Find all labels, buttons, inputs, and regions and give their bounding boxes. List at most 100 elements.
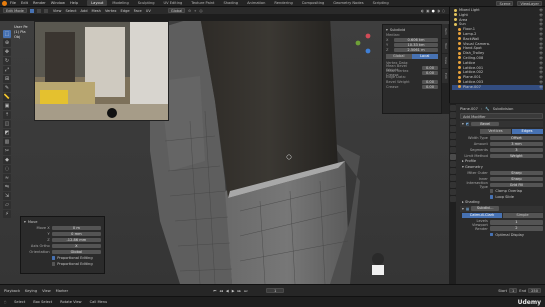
viewport-menu-edge[interactable]: Edge (121, 9, 130, 13)
playback-menu[interactable]: Playback (4, 289, 20, 293)
add-modifier-button[interactable]: Add Modifier (460, 113, 543, 119)
rip-icon[interactable]: ⚡ (3, 210, 11, 218)
play-reverse-icon[interactable]: ◀ (226, 289, 229, 293)
collapse-icon[interactable]: ▾ (462, 122, 464, 126)
play-icon[interactable]: ▶ (232, 289, 235, 293)
add-cube-icon[interactable]: ▣ (3, 102, 11, 110)
jump-start-icon[interactable]: ⏮ (213, 289, 216, 293)
output-tab-icon[interactable] (449, 119, 456, 125)
move-icon[interactable]: ✥ (3, 48, 11, 56)
median-y-field[interactable]: 10.33 km (394, 43, 438, 47)
local-toggle[interactable]: Local (412, 53, 438, 59)
move-x-field[interactable]: 0 m (51, 225, 101, 231)
visibility-eye-icon[interactable]: 👁 (539, 85, 543, 90)
viewport-menu-view[interactable]: View (53, 9, 62, 13)
bevel-name-field[interactable]: Bevel (471, 121, 500, 127)
orientation-select[interactable]: Global (51, 249, 101, 255)
median-x-field[interactable]: 0.606 km (394, 38, 438, 42)
proportional-connected-checkbox[interactable] (51, 262, 56, 266)
prev-key-icon[interactable]: ◂◂ (219, 289, 223, 293)
sidebar-tab-tool[interactable]: Tool (442, 39, 448, 53)
optimal-display-checkbox[interactable] (489, 232, 494, 237)
workspace-tab-compositing[interactable]: Compositing (298, 0, 329, 6)
workspace-tab-layout[interactable]: Layout (87, 0, 108, 6)
miter-outer-select[interactable]: Sharp (489, 170, 543, 176)
snap-icon[interactable]: ⌖ (194, 9, 196, 13)
panel-collapse-icon[interactable]: ▾ (24, 220, 26, 224)
extrude-icon[interactable]: ⇡ (3, 111, 11, 119)
workspace-tab-modeling[interactable]: Modeling (108, 0, 132, 6)
segments-field[interactable]: 3 (489, 147, 543, 153)
menu-file[interactable]: File (10, 1, 16, 5)
workspace-tab-sculpting[interactable]: Sculpting (134, 0, 159, 6)
tool-tab-icon[interactable] (449, 105, 456, 111)
global-toggle[interactable]: Global (386, 53, 412, 59)
poly-build-icon[interactable]: ◆ (3, 156, 11, 164)
clamp-overlap-checkbox[interactable] (489, 189, 494, 193)
next-key-icon[interactable]: ▸▸ (237, 289, 241, 293)
proportional-icon[interactable]: ◎ (199, 9, 202, 13)
viewport-menu-mesh[interactable]: Mesh (92, 9, 101, 13)
move-z-field[interactable]: -12.86 mm (51, 237, 101, 243)
marker-menu[interactable]: Marker (56, 289, 68, 293)
width-type-select[interactable]: Offset (489, 135, 543, 141)
modifier-tab-icon[interactable] (449, 154, 456, 160)
end-frame-field[interactable]: 250 (528, 288, 541, 293)
keying-menu[interactable]: Keying (25, 289, 37, 293)
limit-method-select[interactable]: Weight (489, 153, 543, 159)
transform-icon[interactable]: ⊞ (3, 75, 11, 83)
rotate-icon[interactable]: ↻ (3, 57, 11, 65)
view-layer-tab-icon[interactable] (449, 126, 456, 132)
workspace-tab-texture-paint[interactable]: Texture Paint (187, 0, 218, 6)
affect-edges-toggle[interactable]: Edges (511, 128, 543, 134)
miter-inner-select[interactable]: Sharp (489, 176, 543, 182)
jump-end-icon[interactable]: ⏭ (244, 289, 247, 293)
shading-solid-icon[interactable]: ● (432, 9, 435, 13)
workspace-tab-geometry-nodes[interactable]: Geometry Nodes (329, 0, 367, 6)
scene-selector[interactable]: Scene (496, 0, 514, 6)
select-vertex-icon[interactable] (29, 8, 34, 13)
menu-edit[interactable]: Edit (21, 1, 28, 5)
sidebar-tab-edit[interactable]: Edit (442, 69, 448, 83)
viewport-menu-face[interactable]: Face (134, 9, 142, 13)
panel-collapse-icon[interactable]: ▾ (386, 28, 388, 32)
viewport-menu-uv[interactable]: UV (146, 9, 151, 13)
knife-icon[interactable]: ✂ (3, 147, 11, 155)
catmull-clark-toggle[interactable]: Catmull-Clark (462, 213, 502, 218)
sidebar-tab-view[interactable]: View (442, 54, 448, 68)
levels-viewport-field[interactable]: 1 (489, 220, 543, 225)
loop-cut-icon[interactable]: ▥ (3, 138, 11, 146)
physics-tab-icon[interactable] (449, 168, 456, 174)
workspace-tab-scripting[interactable]: Scripting (369, 0, 393, 6)
start-frame-field[interactable]: 1 (509, 288, 518, 293)
render-tab-icon[interactable] (449, 112, 456, 118)
shrink-icon[interactable]: ⇲ (3, 192, 11, 200)
workspace-tab-rendering[interactable]: Rendering (270, 0, 296, 6)
subdivision-name-field[interactable]: Subdivi... (471, 206, 500, 211)
view-layer-selector[interactable]: ViewLayer (517, 0, 542, 6)
edge-slide-icon[interactable]: ⇋ (3, 183, 11, 191)
scale-icon[interactable]: ⤢ (3, 66, 11, 74)
menu-render[interactable]: Render (33, 1, 46, 5)
workspace-tab-uv-editing[interactable]: UV Editing (160, 0, 187, 6)
sidebar-tab-item[interactable]: Item (442, 24, 448, 38)
collapse-icon[interactable]: ▾ (462, 207, 464, 211)
affect-vertices-toggle[interactable]: Vertices (480, 128, 511, 134)
viewport-menu-add[interactable]: Add (81, 9, 88, 13)
render-levels-field[interactable]: 2 (489, 226, 543, 231)
bevel-icon[interactable]: ◩ (3, 129, 11, 137)
amount-field[interactable]: 3 mm (489, 141, 543, 147)
xray-icon[interactable]: ▣ (426, 9, 429, 13)
spin-icon[interactable]: ◌ (3, 165, 11, 173)
mean-crease-field[interactable]: 0.00 (422, 70, 438, 75)
shear-icon[interactable]: ▱ (3, 201, 11, 209)
outliner-item[interactable]: Plane.007 👁 (452, 84, 543, 90)
scene-tab-icon[interactable] (449, 133, 456, 139)
object-tab-icon[interactable] (449, 147, 456, 153)
workspace-tab-shading[interactable]: Shading (219, 0, 242, 6)
blender-logo-icon[interactable] (2, 0, 7, 6)
smooth-icon[interactable]: ≈ (3, 174, 11, 182)
material-tab-icon[interactable] (449, 189, 456, 195)
mode-selector[interactable]: Edit Mode (3, 8, 27, 13)
particles-tab-icon[interactable] (449, 161, 456, 167)
